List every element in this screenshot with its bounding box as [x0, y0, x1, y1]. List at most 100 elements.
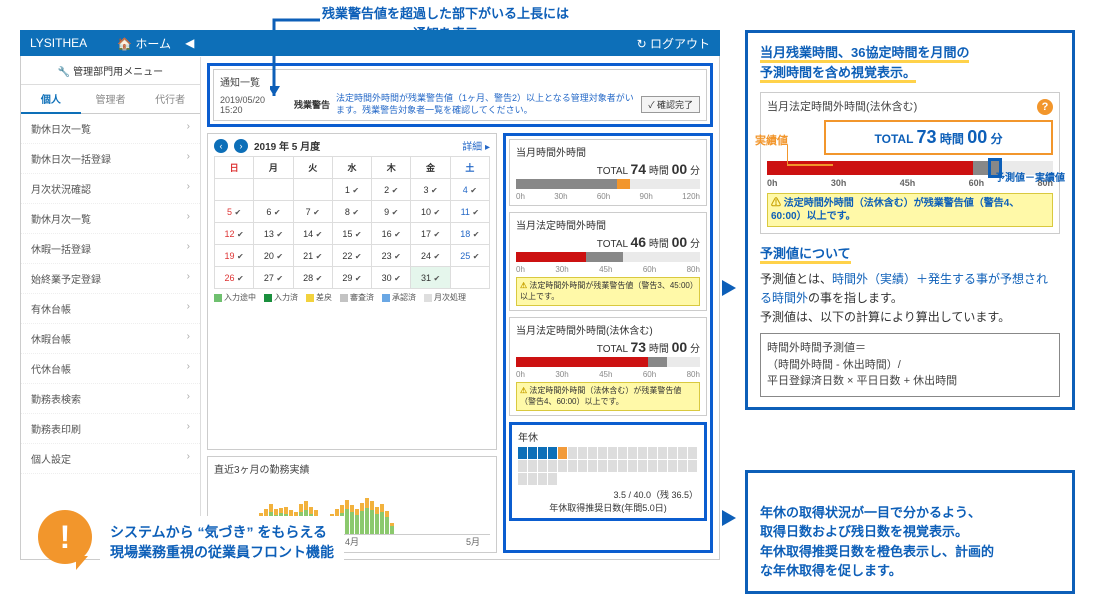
cal-cell[interactable]: 30 ✔ — [372, 267, 411, 289]
cal-cell[interactable]: 31 ✔ — [411, 267, 450, 289]
recent3-label-1: 4月 — [345, 535, 359, 548]
sample-total: TOTAL 73 時間 00 分 — [824, 120, 1053, 155]
cal-cell[interactable]: 14 ✔ — [293, 223, 332, 245]
sidebar-item-0[interactable]: 勤休日次一覧 — [21, 114, 200, 144]
cal-cell[interactable]: 20 ✔ — [254, 245, 293, 267]
sidebar-item-2[interactable]: 月次状況確認 — [21, 174, 200, 204]
sidebar-item-8[interactable]: 代休台帳 — [21, 354, 200, 384]
sidebar-tabs: 個人 管理者 代行者 — [21, 85, 200, 114]
cal-cell[interactable]: 1 ✔ — [332, 179, 371, 201]
spark-bar — [355, 509, 359, 534]
cal-cell[interactable]: 7 ✔ — [293, 201, 332, 223]
cal-cell[interactable]: 27 ✔ — [254, 267, 293, 289]
nav-back-icon[interactable]: ◀ — [185, 36, 194, 50]
cal-cell[interactable]: 4 ✔ — [450, 179, 489, 201]
gauge-legal-inc-bar — [516, 357, 700, 367]
gauge-legal-inc: 当月法定時間外時間(法休含む) TOTAL 73 時間 00 分 0h30h45… — [509, 317, 707, 416]
sidebar-item-6[interactable]: 有休台帳 — [21, 294, 200, 324]
nenkyu-cell — [638, 460, 647, 472]
anno-right3: 年休の取得状況が一目で分かるよう、 取得日数および残日数を視覚表示。 年休取得推… — [745, 470, 1075, 594]
cal-cell[interactable]: 3 ✔ — [411, 179, 450, 201]
nenkyu-cell — [528, 460, 537, 472]
cal-cell[interactable]: 5 ✔ — [215, 201, 254, 223]
nenkyu-cell — [648, 447, 657, 459]
help-icon[interactable]: ? — [1037, 99, 1053, 115]
cal-cell[interactable]: 13 ✔ — [254, 223, 293, 245]
cal-cell[interactable]: 16 ✔ — [372, 223, 411, 245]
nenkyu-cell — [618, 460, 627, 472]
cal-cell[interactable]: 26 ✔ — [215, 267, 254, 289]
sidebar-title: 🔧 管理部門用メニュー — [21, 57, 200, 85]
cal-next-icon[interactable]: › — [234, 139, 248, 153]
nenkyu-cell — [628, 460, 637, 472]
spark-bar — [380, 504, 384, 534]
scale-tick: 0h — [516, 265, 525, 274]
scale-tick: 0h — [516, 370, 525, 379]
cal-cell[interactable]: 11 ✔ — [450, 201, 489, 223]
cal-dow: 水 — [332, 157, 371, 179]
sample-gauge: 当月法定時間外時間(法休含む) ? TOTAL 73 時間 00 分 0h30h… — [760, 92, 1060, 234]
cal-cell[interactable]: 22 ✔ — [332, 245, 371, 267]
gauge-ot-bar — [516, 179, 700, 189]
sidebar-item-10[interactable]: 勤務表印刷 — [21, 414, 200, 444]
cal-cell[interactable]: 12 ✔ — [215, 223, 254, 245]
home-link[interactable]: 🏠 ホーム — [117, 35, 171, 52]
cal-cell[interactable]: 17 ✔ — [411, 223, 450, 245]
sidebar-item-3[interactable]: 勤休月次一覧 — [21, 204, 200, 234]
scale-tick: 0h — [516, 192, 525, 201]
gauge-legal-inc-title: 当月法定時間外時間(法休含む) — [516, 322, 700, 337]
scale-tick: 45h — [599, 370, 612, 379]
nenkyu-cell — [668, 460, 677, 472]
cal-cell[interactable]: 10 ✔ — [411, 201, 450, 223]
cal-cell[interactable]: 19 ✔ — [215, 245, 254, 267]
notif-confirm-button[interactable]: ✓ 確認完了 — [641, 96, 700, 113]
arrow-to-right3 — [722, 510, 736, 526]
notif-message: 法定時間外時間が残業警告値（1ヶ月、警告2）以上となる管理対象者がいます。残業警… — [336, 93, 635, 116]
cal-cell[interactable]: 6 ✔ — [254, 201, 293, 223]
cal-cell[interactable]: 2 ✔ — [372, 179, 411, 201]
cal-cell[interactable] — [254, 179, 293, 201]
cal-cell[interactable]: 8 ✔ — [332, 201, 371, 223]
calendar-detail-link[interactable]: 詳細 ▸ — [462, 138, 490, 153]
sample-warn: 法定時間外時間（法休含む）が残業警告値（警告4、60:00）以上です。 — [767, 193, 1053, 227]
cal-cell[interactable]: 18 ✔ — [450, 223, 489, 245]
cal-cell[interactable] — [215, 179, 254, 201]
gauge-legal-title: 当月法定時間外時間 — [516, 217, 700, 232]
scale-tick: 30h — [555, 265, 568, 274]
sidebar-item-5[interactable]: 始終業予定登録 — [21, 264, 200, 294]
sidebar-item-11[interactable]: 個人設定 — [21, 444, 200, 474]
cal-cell[interactable]: 15 ✔ — [332, 223, 371, 245]
cal-cell[interactable]: 29 ✔ — [332, 267, 371, 289]
cal-cell[interactable]: 21 ✔ — [293, 245, 332, 267]
cal-prev-icon[interactable]: ‹ — [214, 139, 228, 153]
cal-cell[interactable]: 25 ✔ — [450, 245, 489, 267]
nenkyu-cell — [518, 447, 527, 459]
sidebar-item-4[interactable]: 休暇一括登録 — [21, 234, 200, 264]
nenkyu-cell — [538, 447, 547, 459]
sample-title: 当月法定時間外時間(法休含む) — [767, 99, 917, 116]
nenkyu-cell — [638, 447, 647, 459]
legend-item: 入力済 — [264, 292, 298, 303]
sidebar-item-1[interactable]: 勤休日次一括登録 — [21, 144, 200, 174]
cal-cell[interactable]: 24 ✔ — [411, 245, 450, 267]
cal-cell[interactable]: 9 ✔ — [372, 201, 411, 223]
nenkyu-cell — [568, 460, 577, 472]
sidebar-tab-manager[interactable]: 管理者 — [81, 85, 141, 114]
gauge-nenkyu: 年休 3.5 / 40.0（残 36.5） 年休取得推奨日数(年間5.0日) — [509, 422, 707, 521]
sidebar-tab-proxy[interactable]: 代行者 — [140, 85, 200, 114]
gauge-legal-bar — [516, 252, 700, 262]
logout-link[interactable]: ↻ ログアウト — [637, 35, 710, 52]
scale-tick: 45h — [900, 177, 916, 191]
app-window: 🔧 管理部門用メニュー 個人 管理者 代行者 勤休日次一覧勤休日次一括登録月次状… — [20, 30, 720, 560]
spark-bar — [360, 503, 364, 534]
cal-cell[interactable] — [450, 267, 489, 289]
cal-cell[interactable] — [293, 179, 332, 201]
sidebar-item-7[interactable]: 休暇台帳 — [21, 324, 200, 354]
nenkyu-cell — [558, 447, 567, 459]
sidebar-item-9[interactable]: 勤務表検索 — [21, 384, 200, 414]
cal-cell[interactable]: 28 ✔ — [293, 267, 332, 289]
cal-cell[interactable]: 23 ✔ — [372, 245, 411, 267]
nenkyu-cell — [588, 460, 597, 472]
sidebar-tab-personal[interactable]: 個人 — [21, 85, 81, 114]
nenkyu-cell — [558, 460, 567, 472]
